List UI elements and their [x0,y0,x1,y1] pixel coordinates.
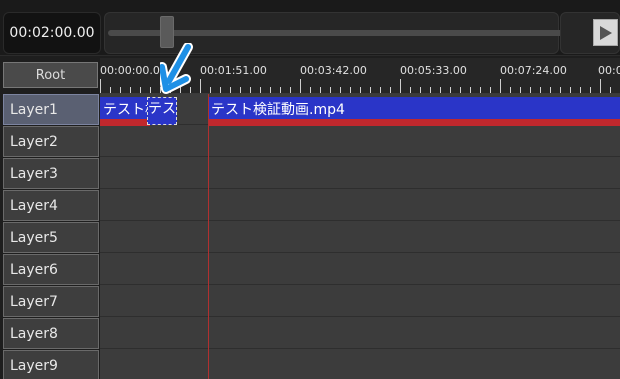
play-icon [599,25,612,40]
ruler-tick [210,87,211,93]
ruler-tick [100,79,101,93]
ruler-tick [120,87,121,93]
root-button-label: Root [35,67,66,83]
ruler-tick [540,87,541,93]
ruler-tick [130,87,131,93]
clip-audio-band [100,119,150,126]
ruler-tick [610,87,611,93]
ruler-tick [460,87,461,93]
ruler-tick [230,87,231,93]
ruler-tick [480,87,481,93]
ruler-tick [420,87,421,93]
ruler-tick [260,87,261,93]
dragged-clip-title: テスト [148,101,176,117]
ruler-tick [200,79,201,93]
layer-label-8[interactable]: Layer8 [3,318,99,349]
layer-name: Layer4 [10,197,58,214]
ruler-label: 00:03:42.00 [300,64,367,77]
track-row-2[interactable] [100,126,620,157]
seek-track[interactable] [108,30,578,36]
ruler-tick [360,87,361,93]
ruler-tick [290,87,291,93]
ruler-tick [590,87,591,93]
ruler-label: 00:00:00.0 [100,64,160,77]
ruler-tick [530,87,531,93]
ruler-tick [140,87,141,93]
clip-title: テスト検証動画.mp4 [211,102,345,118]
track-area[interactable]: テスト検 テスト検証動画.mp4 [100,94,620,379]
ruler-tick [220,87,221,93]
video-clip-main[interactable]: テスト検証動画.mp4 [208,97,620,126]
layer-name: Layer8 [10,325,58,342]
ruler-tick [500,79,501,93]
ruler-tick [370,87,371,93]
ruler-tick [250,87,251,93]
ruler-tick [410,87,411,93]
ruler-tick [340,87,341,93]
layer-label-4[interactable]: Layer4 [3,190,99,221]
ruler-label: 00:01:51.00 [200,64,267,77]
ruler-tick [320,87,321,93]
ruler-tick [490,87,491,93]
clip-audio-band [208,119,620,126]
ruler-tick [600,79,601,93]
clip-title: テスト検 [103,102,150,118]
ruler-tick [560,87,561,93]
pointer-arrow-icon [160,43,193,94]
track-row-5[interactable] [100,222,620,253]
ruler-tick [520,87,521,93]
layer-name: Layer9 [10,357,58,374]
track-row-8[interactable] [100,318,620,349]
ruler-tick [300,79,301,93]
ruler-tick [550,87,551,93]
layer-name: Layer2 [10,133,58,150]
layer-name: Layer5 [10,229,58,246]
playhead-line[interactable] [208,94,209,379]
ruler-tick [350,87,351,93]
track-row-9[interactable] [100,350,620,379]
root-button[interactable]: Root [3,62,98,88]
ruler-tick [570,87,571,93]
ruler-tick [430,87,431,93]
layer-label-5[interactable]: Layer5 [3,222,99,253]
play-button[interactable] [593,19,618,46]
layer-label-6[interactable]: Layer6 [3,254,99,285]
ruler-tick [510,87,511,93]
ruler-tick [390,87,391,93]
layer-label-9[interactable]: Layer9 [3,350,99,379]
ruler-tick [440,87,441,93]
ruler-tick [110,87,111,93]
ruler-tick [270,87,271,93]
ruler-tick [450,87,451,93]
layer-name: Layer6 [10,261,58,278]
layer-label-7[interactable]: Layer7 [3,286,99,317]
current-time-text: 00:02:00.00 [9,25,95,41]
ruler-label: 00:0 [598,64,620,77]
ruler-tick [580,87,581,93]
ruler-tick [330,87,331,93]
layer-name: Layer3 [10,165,58,182]
layer-label-2[interactable]: Layer2 [3,126,99,157]
video-clip-a[interactable]: テスト検 [100,97,150,126]
ruler-tick [150,87,151,93]
ruler-label: 00:07:24.00 [500,64,567,77]
layer-label-3[interactable]: Layer3 [3,158,99,189]
dragged-clip[interactable]: テスト [147,97,177,125]
layer-name: Layer7 [10,293,58,310]
layer-label-1[interactable]: Layer1 [3,94,99,125]
track-row-7[interactable] [100,286,620,317]
track-row-4[interactable] [100,190,620,221]
track-row-6[interactable] [100,254,620,285]
current-time-display: 00:02:00.00 [3,12,101,54]
track-row-3[interactable] [100,158,620,189]
ruler-tick [280,87,281,93]
ruler-tick [240,87,241,93]
layer-name: Layer1 [10,101,58,118]
ruler-label: 00:05:33.00 [400,64,467,77]
ruler-tick [310,87,311,93]
ruler-tick [470,87,471,93]
ruler-tick [380,87,381,93]
ruler-tick [400,79,401,93]
